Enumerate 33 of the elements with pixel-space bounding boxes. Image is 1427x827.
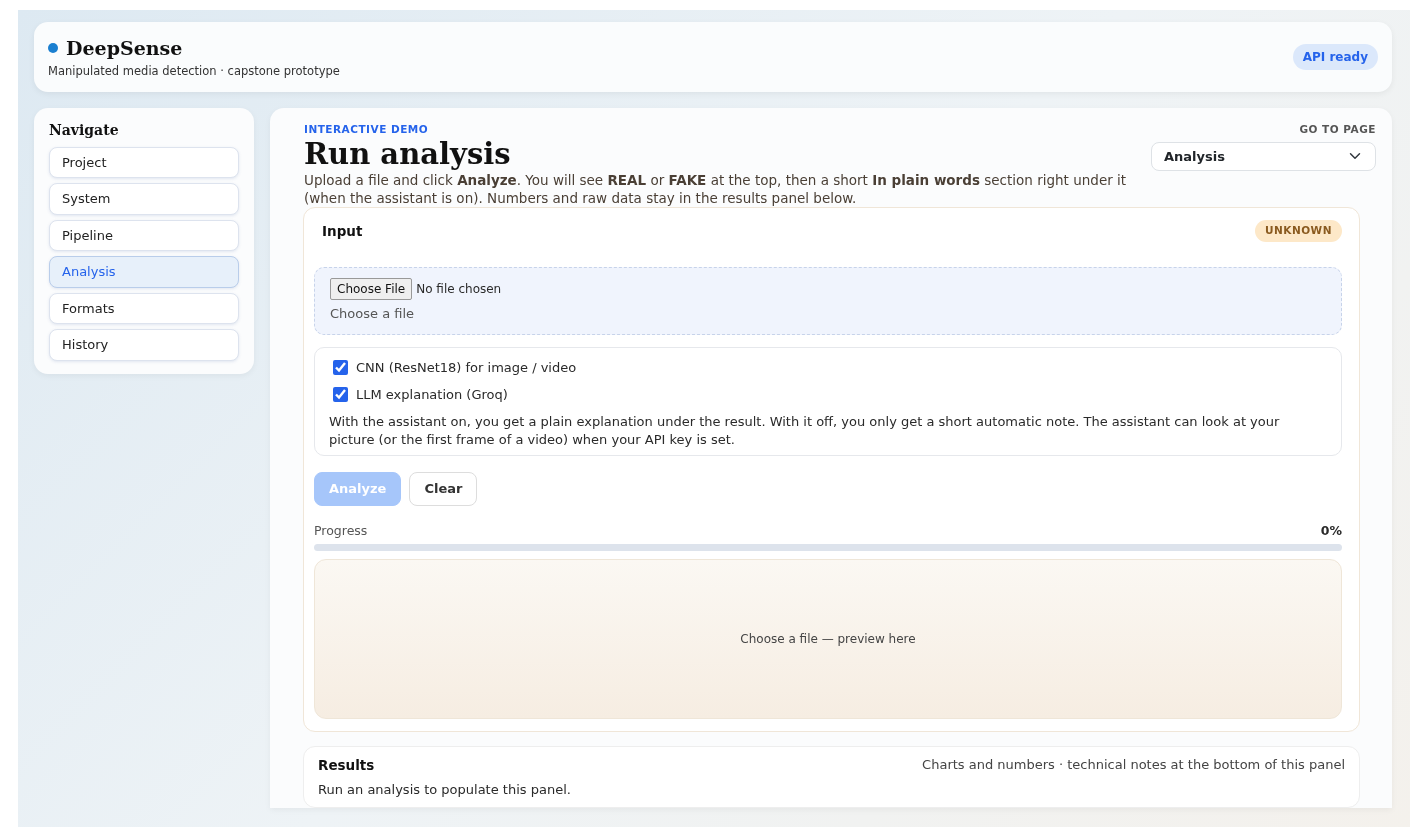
progress-label: Progress	[314, 521, 368, 540]
option-label: LLM explanation (Groq)	[356, 386, 508, 405]
options-note: With the assistant on, you get a plain explanation under the result. With it off, you only get a short automatic note. The assistant can look at your picture (or the first frame of a video) when your API key is set.	[329, 412, 1281, 449]
status-dot-icon	[48, 43, 58, 54]
status-badge: API ready	[1292, 43, 1378, 70]
app-subtitle: Manipulated media detection · capstone prototype	[48, 62, 340, 80]
option-checkbox[interactable]	[333, 359, 348, 375]
nav-item[interactable]: History	[49, 329, 239, 361]
verdict-badge: UNKNOWN	[1254, 220, 1342, 243]
file-status: No file chosen	[416, 281, 502, 299]
sidebar-title: Navigate	[49, 120, 120, 140]
page-title: Run analysis	[304, 137, 511, 171]
app-title: DeepSense	[66, 36, 183, 61]
page-select[interactable]: Analysis	[1151, 141, 1376, 171]
section-eyebrow: INTERACTIVE DEMO	[304, 121, 430, 137]
nav-item[interactable]: Project	[49, 146, 239, 179]
option-checkbox[interactable]	[333, 387, 348, 403]
nav-item[interactable]: Pipeline	[49, 219, 239, 252]
results-empty-text: Run an analysis to populate this panel.	[318, 780, 572, 799]
description-text: Upload a file and click Analyze. You will see REAL or FAKE at the top, then a short In plain words section right under it (when the assistant is on). Numbers and raw data stay in the results panel below.	[304, 171, 1128, 208]
clear-button[interactable]: Clear	[409, 472, 478, 506]
preview-area: Choose a file — preview here	[314, 559, 1342, 720]
file-hint: Choose a file	[330, 305, 416, 324]
choose-file-button[interactable]: Choose File	[330, 278, 413, 301]
option-label: CNN (ResNet18) for image / video	[356, 358, 577, 377]
nav-item[interactable]: Analysis	[49, 256, 239, 288]
card-title: Results	[318, 756, 375, 776]
nav-item[interactable]: Formats	[49, 292, 239, 325]
select-label: GO TO PAGE	[1298, 121, 1376, 137]
progress-reading: 0%	[1320, 521, 1342, 540]
results-note: Charts and numbers · technical notes at the bottom of this panel	[922, 756, 1345, 775]
card-title: Input	[322, 222, 363, 242]
nav-item[interactable]: System	[49, 183, 239, 215]
